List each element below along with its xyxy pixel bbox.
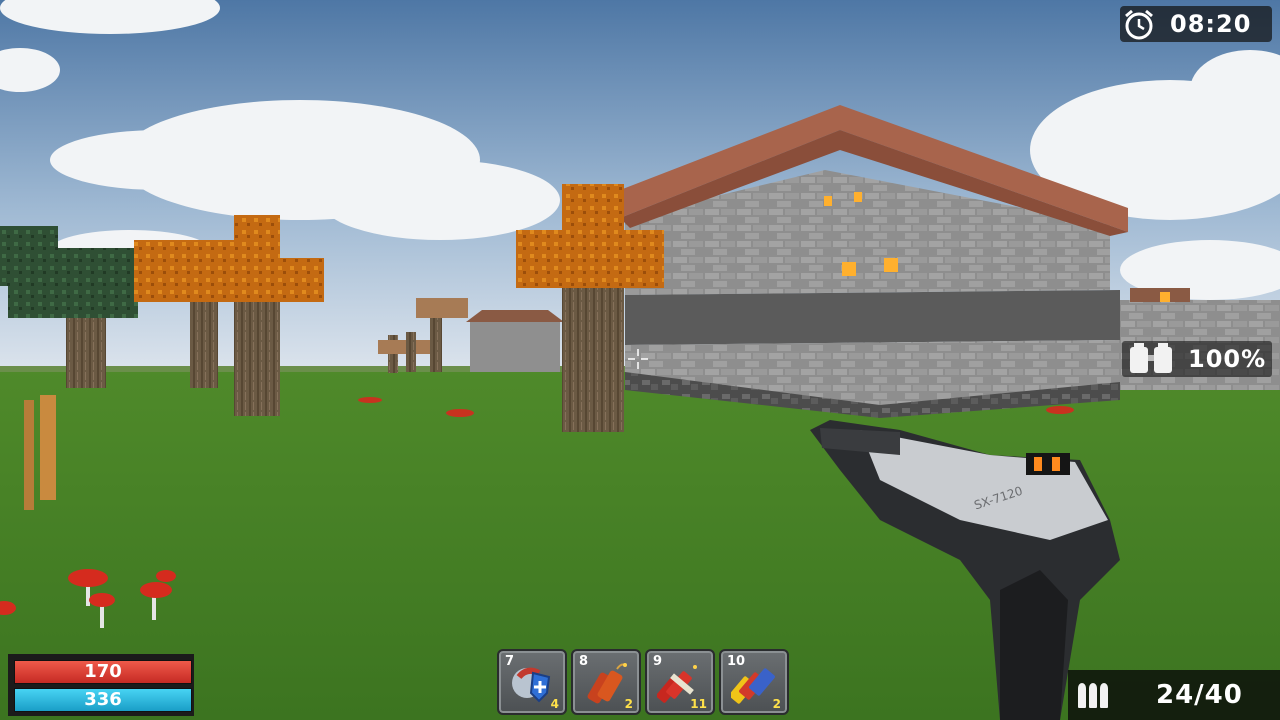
stamina-value: 336 bbox=[84, 689, 122, 710]
ammo-counter: 24/40 bbox=[1156, 680, 1243, 710]
slot-count: 11 bbox=[690, 697, 707, 711]
armor-panel: 100% bbox=[1122, 341, 1272, 377]
armor-icon bbox=[1130, 343, 1172, 373]
bullets-icon bbox=[1078, 683, 1108, 708]
clock-panel: 08:20 bbox=[1120, 6, 1272, 42]
health-bar: 170 bbox=[14, 660, 192, 684]
batteries-icon bbox=[731, 668, 775, 704]
clock-time: 08:20 bbox=[1170, 10, 1252, 38]
dynamite-icon bbox=[587, 663, 627, 704]
slot-count: 2 bbox=[624, 697, 633, 711]
slot-count: 4 bbox=[550, 697, 559, 711]
health-value: 170 bbox=[84, 661, 122, 682]
alarm-clock-icon bbox=[1125, 9, 1153, 40]
ammo-panel: 24/40 bbox=[1068, 670, 1280, 720]
stamina-bar: 336 bbox=[14, 688, 192, 712]
shield-potion-icon bbox=[512, 667, 551, 703]
hotbar-slot-9[interactable]: 9 11 bbox=[645, 649, 715, 715]
hotbar: 7 4 8 2 9 11 10 2 bbox=[497, 649, 789, 715]
armor-value: 100% bbox=[1188, 345, 1267, 373]
slot-count: 2 bbox=[772, 697, 781, 711]
hotbar-slot-7[interactable]: 7 4 bbox=[497, 649, 567, 715]
player-stats: 170 336 bbox=[8, 654, 194, 716]
hotbar-slot-10[interactable]: 10 2 bbox=[719, 649, 789, 715]
hotbar-slot-8[interactable]: 8 2 bbox=[571, 649, 641, 715]
crosshair-icon bbox=[628, 349, 648, 369]
